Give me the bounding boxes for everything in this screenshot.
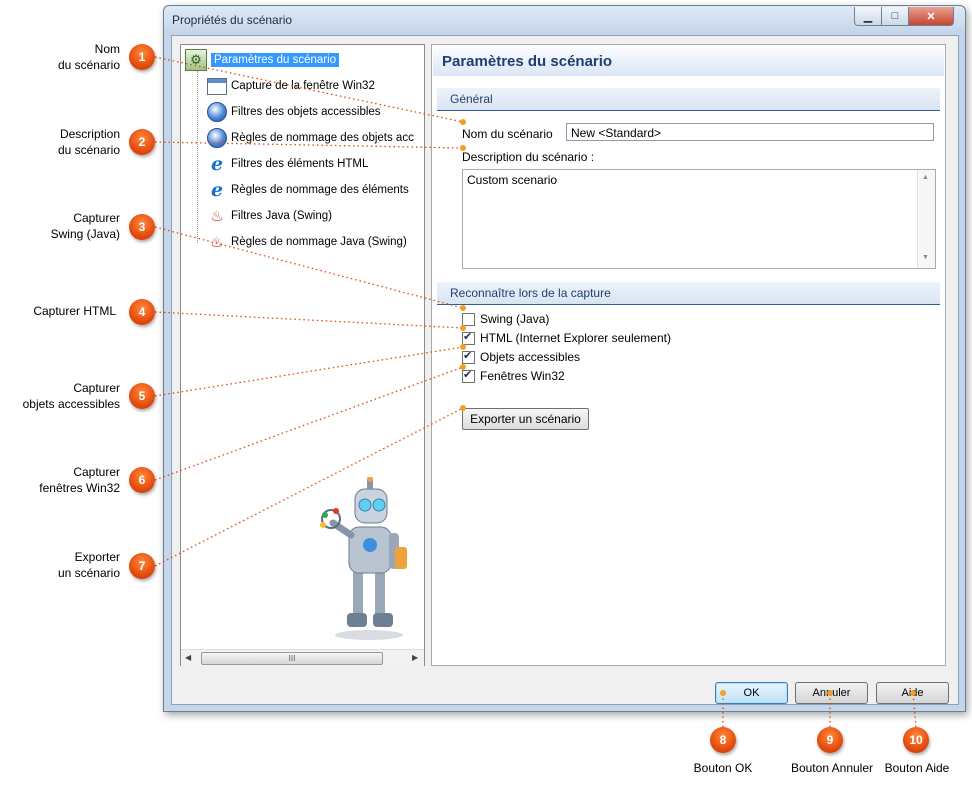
callout-anchor [460,364,466,370]
connector-3 [154,226,464,309]
callout-badge-10: 10 [903,727,929,753]
callout-anchor [720,690,726,696]
callout-badge-3: 3 [129,214,155,240]
callout-badge-4: 4 [129,299,155,325]
connector-7 [154,407,464,567]
callout-badge-6: 6 [129,467,155,493]
callout-label-1: Nom du scénario [57,42,120,72]
connector-4 [154,311,464,329]
callout-label-9: Bouton Annuler [790,761,874,775]
callout-anchor [827,690,833,696]
callout-badge-9: 9 [817,727,843,753]
connector-6 [154,366,464,481]
callout-badge-8: 8 [710,727,736,753]
callout-badge-1: 1 [129,44,155,70]
callout-badge-2: 2 [129,129,155,155]
connector-10 [912,692,917,728]
callout-anchor [460,405,466,411]
callout-label-8: Bouton OK [693,761,753,775]
callout-anchor [910,690,916,696]
callout-label-2: Description du scénario [57,127,120,157]
callout-label-5: Capturer objets accessibles [22,381,120,411]
callout-label-10: Bouton Aide [884,761,950,775]
callout-anchor [460,305,466,311]
connector-2 [154,141,464,149]
callout-anchor [460,145,466,151]
callout-label-7: Exporter un scénario [57,550,120,580]
connector-5 [154,346,464,397]
callout-anchor [460,344,466,350]
callout-label-3: Capturer Swing (Java) [50,211,120,241]
callout-anchor [460,325,466,331]
callout-badge-7: 7 [129,553,155,579]
callout-badge-5: 5 [129,383,155,409]
callout-label-6: Capturer fenêtres Win32 [39,465,120,495]
callout-label-4: Capturer HTML [33,304,116,318]
connector-1 [154,56,464,123]
callout-anchor [460,119,466,125]
